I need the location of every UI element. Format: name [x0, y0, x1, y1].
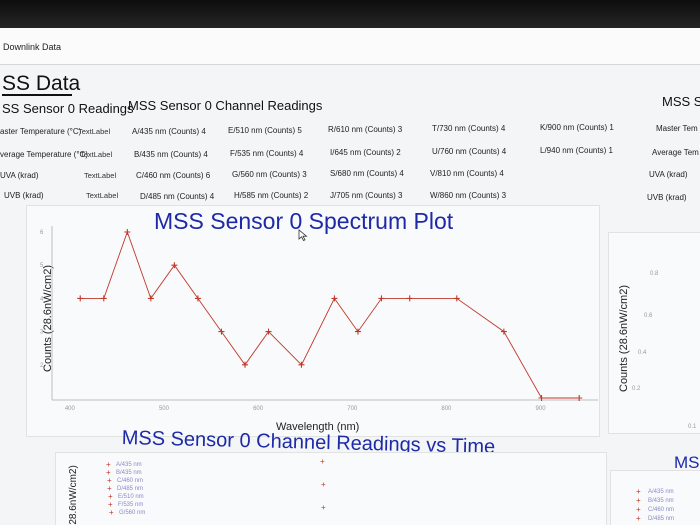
spectrum-data-point — [171, 262, 178, 269]
legend-entry: D/485 nm — [117, 486, 144, 492]
spectrum-data-point — [331, 295, 338, 302]
legend-marker: + — [109, 508, 114, 517]
x-tick-label: 600 — [253, 406, 264, 412]
x-tick-label: 700 — [347, 406, 358, 412]
spectrum-data-point — [100, 295, 107, 302]
spectrum-data-point — [147, 295, 154, 302]
legend-marker: + — [636, 505, 641, 514]
y-tick-label: 3 — [40, 330, 44, 336]
spectrum-data-point — [194, 295, 201, 302]
spectrum-series-line — [80, 230, 580, 399]
spectrum-data-point — [378, 295, 385, 302]
legend-entry: D/485 nm — [648, 516, 675, 522]
spectrum-data-point — [241, 361, 248, 368]
time-plot-y-axis-label: (28.6nW/cm2) — [68, 465, 79, 525]
right-plot-tick: 0.8 — [650, 271, 659, 277]
spectrum-data-point — [500, 328, 507, 335]
right-plot-tick: 0.4 — [638, 350, 647, 356]
legend-entry: A/435 nm — [648, 489, 674, 495]
legend-entry: C/460 nm — [117, 478, 144, 484]
right-plot-tick: 0.6 — [644, 313, 653, 319]
legend-entry: B/435 nm — [116, 470, 142, 476]
spectrum-data-point — [218, 328, 225, 335]
right-plot-tick: 0.2 — [632, 386, 641, 392]
time-plot-point: + — [320, 457, 325, 466]
spectrum-data-point — [124, 229, 131, 235]
spectrum-data-point — [453, 295, 460, 302]
legend-entry: E/510 nm — [118, 494, 144, 500]
right-plot-y-axis-label: Counts (28.6nW/cm2) — [618, 285, 630, 392]
legend-marker: + — [636, 496, 641, 505]
spectrum-data-point — [77, 295, 84, 302]
app-window: Downlink Data SS Data SS Sensor 0 Readin… — [0, 0, 700, 525]
y-tick-label: 4 — [40, 296, 44, 302]
legend-entry: B/435 nm — [648, 498, 674, 504]
legend-entry: A/435 nm — [116, 462, 142, 468]
x-tick-label: 800 — [441, 406, 452, 412]
legend-entry: C/460 nm — [648, 507, 675, 513]
x-tick-label: 900 — [536, 406, 547, 412]
legend-entry: F/535 nm — [118, 502, 144, 508]
legend-marker: + — [636, 514, 641, 523]
right-plot-tick: 0.1 — [688, 424, 697, 430]
spectrum-data-point — [406, 295, 413, 302]
y-tick-label: 5 — [40, 263, 44, 269]
y-tick-label: 2 — [40, 363, 44, 369]
x-tick-label: 400 — [65, 406, 76, 412]
legend-entry: G/560 nm — [119, 510, 146, 516]
y-tick-label: 6 — [40, 230, 44, 236]
spectrum-data-point — [354, 328, 361, 335]
time-plot-point: + — [321, 503, 326, 512]
time-plot-point: + — [321, 480, 326, 489]
x-tick-label: 500 — [159, 406, 170, 412]
legend-marker: + — [636, 487, 641, 496]
